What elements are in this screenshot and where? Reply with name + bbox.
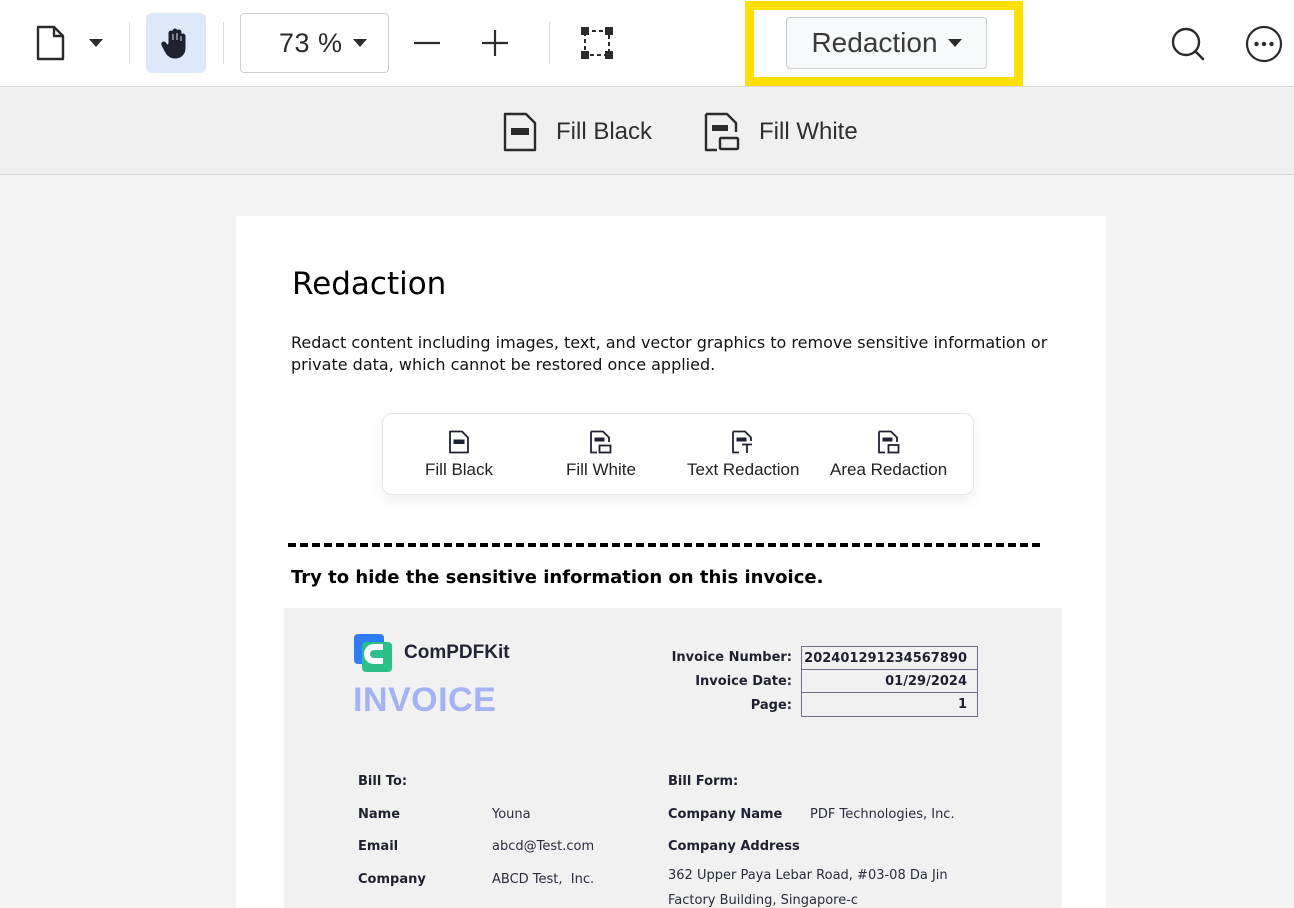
zoom-in-button[interactable] xyxy=(474,22,516,64)
compdfkit-logo-icon xyxy=(354,634,392,672)
document-button[interactable] xyxy=(30,22,70,64)
fill-black-button[interactable]: Fill Black xyxy=(502,108,652,156)
company-name-label: Company Name xyxy=(668,807,783,822)
search-button[interactable] xyxy=(1166,22,1210,66)
text-redaction-icon xyxy=(732,430,753,454)
fill-black-label: Fill Black xyxy=(556,118,653,145)
zoom-out-button[interactable] xyxy=(406,22,448,64)
plus-icon xyxy=(482,30,508,56)
invoice-number-value: 202401291234567890 xyxy=(802,647,977,670)
name-value: Youna xyxy=(492,807,531,822)
chevron-down-icon xyxy=(352,39,367,47)
area-select-button[interactable] xyxy=(576,22,618,64)
bill-to-label: Bill To: xyxy=(358,774,408,789)
invoice-heading: INVOICE xyxy=(353,681,497,719)
company-address-label: Company Address xyxy=(668,839,800,854)
tool-label: Fill White xyxy=(566,460,636,479)
invoice-number-label: Invoice Number: xyxy=(671,650,792,665)
page-title: Redaction xyxy=(292,266,447,302)
fill-white-label: Fill White xyxy=(759,118,858,145)
divider xyxy=(129,22,130,64)
chevron-down-icon xyxy=(947,39,962,47)
divider xyxy=(549,22,550,64)
chevron-down-icon xyxy=(89,39,103,47)
address-line-2: Factory Building, Singapore-c xyxy=(668,893,859,908)
text-redaction-tool[interactable]: Text Redaction xyxy=(687,430,799,480)
area-redaction-tool[interactable]: Area Redaction xyxy=(830,430,947,480)
tool-label: Area Redaction xyxy=(830,460,948,479)
fill-black-tool[interactable]: Fill Black xyxy=(425,430,493,480)
name-label: Name xyxy=(358,807,401,822)
zoom-value: 73 % xyxy=(279,27,343,58)
email-value: abcd@Test.com xyxy=(492,839,595,854)
tool-label: Fill Black xyxy=(425,460,494,479)
zoom-select[interactable]: 73 % xyxy=(240,13,389,73)
company-value: ABCD Test, Inc. xyxy=(492,872,595,887)
more-icon xyxy=(1245,25,1283,63)
document-icon xyxy=(36,25,65,61)
top-toolbar: 73 % Redaction xyxy=(0,0,1294,87)
invoice-date-label: Invoice Date: xyxy=(695,674,792,689)
email-label: Email xyxy=(358,839,399,854)
brand-logo: ComPDFKit xyxy=(354,634,510,672)
page-value: 1 xyxy=(957,697,967,712)
search-icon xyxy=(1171,27,1205,61)
fill-white-tool[interactable]: Fill White xyxy=(566,430,636,480)
mode-dropdown[interactable]: Redaction xyxy=(786,17,987,69)
document-menu-dropdown[interactable] xyxy=(82,30,110,56)
page-description: Redact content including images, text, a… xyxy=(291,333,1048,374)
fill-white-icon xyxy=(704,112,740,152)
hand-icon xyxy=(161,28,186,59)
invoice-sample[interactable]: ComPDFKit INVOICE Invoice Number: Invoic… xyxy=(284,608,1062,908)
mode-value: Redaction xyxy=(811,27,938,58)
invoice-meta-labels: Invoice Number: Invoice Date: Page: xyxy=(644,646,792,718)
instruction-text: Try to hide the sensitive information on… xyxy=(291,567,824,588)
bill-from-label: Bill Form: xyxy=(668,774,739,789)
tool-label: Text Redaction xyxy=(687,460,800,479)
divider xyxy=(223,22,224,64)
more-button[interactable] xyxy=(1242,22,1286,66)
redaction-tools-card: Fill Black Fill White Text Redaction Are… xyxy=(382,413,974,495)
pan-tool-button[interactable] xyxy=(146,13,206,73)
fill-black-icon xyxy=(503,112,537,152)
company-name-value: PDF Technologies, Inc. xyxy=(810,807,955,822)
brand-name: ComPDFKit xyxy=(404,642,510,663)
area-redaction-icon xyxy=(877,430,899,454)
fill-white-button[interactable]: Fill White xyxy=(703,108,858,156)
minus-icon xyxy=(414,41,440,45)
invoice-meta-values: 202401291234567890 01/29/2024 1 xyxy=(801,646,978,717)
fill-black-icon xyxy=(449,430,469,454)
redaction-toolbar: Fill Black Fill White xyxy=(0,88,1294,175)
company-label: Company xyxy=(358,872,426,887)
document-page: Redaction Redact content including image… xyxy=(236,216,1106,908)
fill-white-icon xyxy=(590,430,612,454)
invoice-date-value: 01/29/2024 xyxy=(802,670,977,693)
marquee-select-icon xyxy=(581,27,613,59)
page-label: Page: xyxy=(750,698,792,713)
dashed-divider xyxy=(288,543,1040,547)
address-line-1: 362 Upper Paya Lebar Road, #03-08 Da Jin xyxy=(668,868,948,883)
